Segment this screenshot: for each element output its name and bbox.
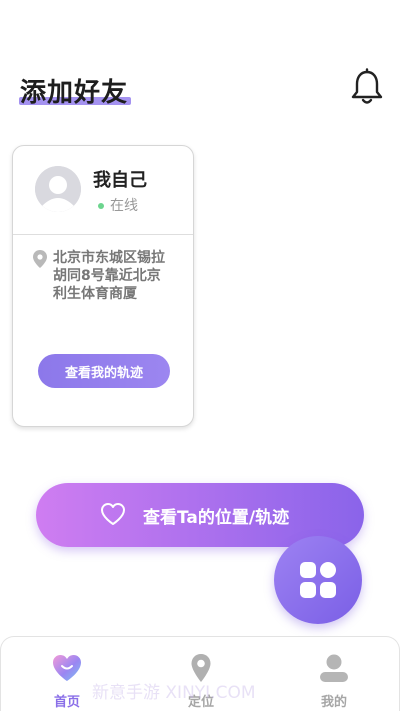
heart-icon: [101, 503, 125, 525]
tab-locate[interactable]: 定位: [161, 637, 241, 711]
bell-icon[interactable]: [348, 68, 386, 106]
view-my-track-button[interactable]: 查看我的轨迹: [38, 354, 170, 388]
grid-menu-button[interactable]: [274, 536, 362, 624]
online-status-text: 在线: [110, 198, 138, 214]
card-name: 我自己: [93, 170, 147, 191]
page-title: 添加好友: [20, 78, 129, 108]
location-pin-icon: [33, 250, 47, 268]
person-icon: [320, 654, 348, 682]
tab-mine-label: 我的: [320, 695, 347, 710]
bottom-tab-bar: 首页 定位 我的: [0, 636, 400, 711]
tab-home-label: 首页: [53, 695, 80, 710]
tab-locate-label: 定位: [187, 695, 214, 710]
card-divider: [13, 234, 193, 235]
self-card[interactable]: 我自己 在线 北京市东城区锡拉胡同8号靠近北京利生体育商厦 查看我的轨迹: [12, 145, 194, 427]
location-pin-icon: [191, 654, 211, 682]
card-address: 北京市东城区锡拉胡同8号靠近北京利生体育商厦: [53, 250, 165, 302]
view-ta-location-label: 查看Ta的位置/轨迹: [143, 508, 290, 528]
home-heart-icon: [53, 655, 81, 681]
tab-mine[interactable]: 我的: [294, 637, 374, 711]
grid-icon: [300, 562, 336, 598]
tab-home[interactable]: 首页: [27, 637, 107, 711]
online-status-dot: [98, 203, 104, 209]
avatar: [35, 166, 81, 212]
